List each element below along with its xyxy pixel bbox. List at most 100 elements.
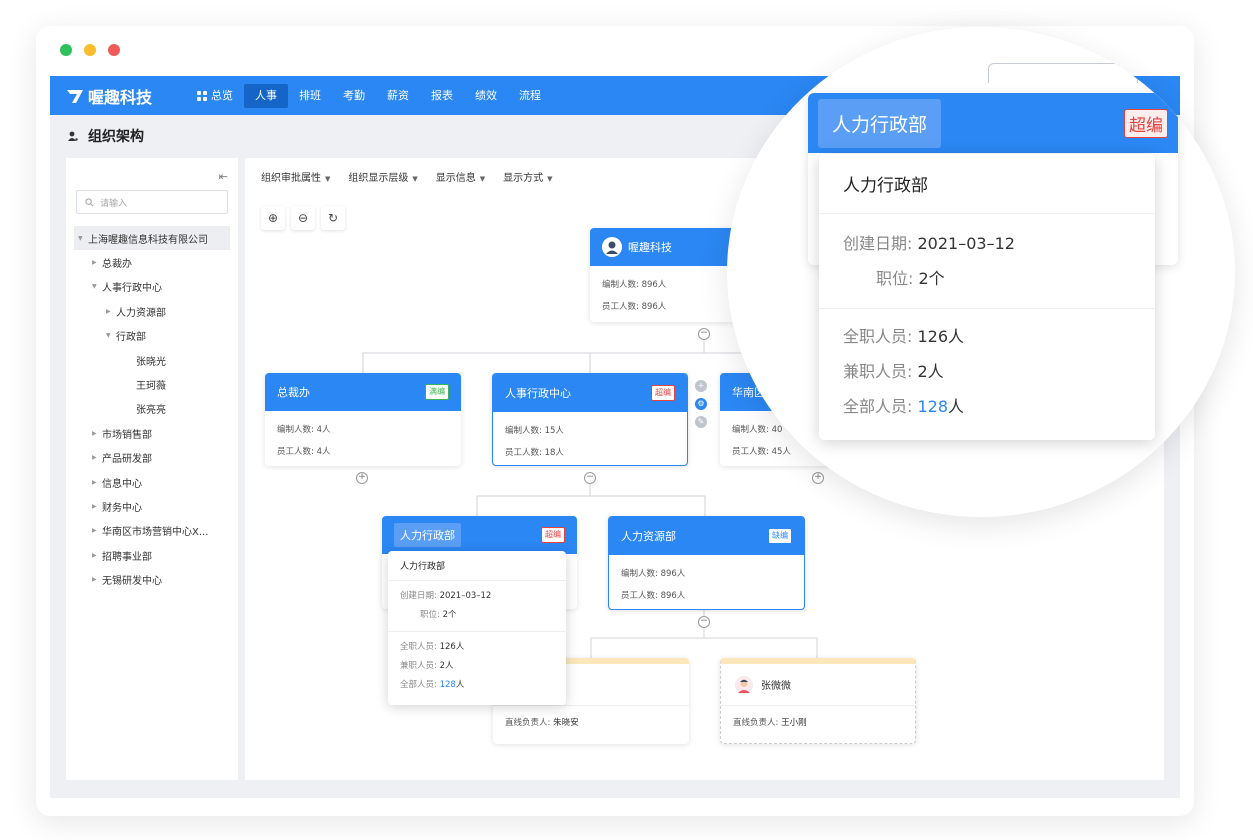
tree-node-label: 信息中心 (102, 478, 142, 490)
popover-basic-info: 创建日期: 2021–03–12 职位: 2个 (388, 581, 566, 632)
nav-item-reports[interactable]: 报表 (420, 84, 464, 108)
collapse-node-button[interactable]: − (698, 328, 710, 340)
nav-item-workflow[interactable]: 流程 (508, 84, 552, 108)
parttime-count: 2人 (439, 661, 454, 671)
tree-node[interactable]: ▶ 产品研发部 (66, 446, 238, 470)
tree-node[interactable]: ▶ 市场销售部 (66, 421, 238, 445)
nav-item-schedule[interactable]: 排班 (288, 84, 332, 108)
tree-node[interactable]: ▼ 上海喔趣信息科技有限公司 (74, 226, 230, 251)
tree-node-label: 无锡研发中心 (102, 576, 162, 588)
caret-right-icon[interactable]: ▶ (106, 308, 116, 315)
tree-search-input[interactable]: 请输入 (76, 190, 228, 214)
tree-node[interactable]: ▼ 人事行政中心 (66, 275, 238, 299)
tree-node-label: 上海喔趣信息科技有限公司 (88, 234, 208, 246)
nav-item-hr[interactable]: 人事 (244, 83, 288, 108)
total-count-link[interactable]: 128 (917, 397, 948, 416)
minimize-window-button[interactable] (84, 44, 96, 56)
brand[interactable]: 喔趣科技 (50, 84, 186, 108)
created-date: 2021–03–12 (917, 234, 1015, 253)
expand-node-button[interactable]: + (812, 472, 824, 484)
tree-node[interactable]: 张晓光 (66, 348, 238, 372)
department-info-popover: 人力行政部 创建日期: 2021–03–12 职位: 2个 全职人员: 126人… (388, 551, 566, 705)
collapse-sidebar-icon[interactable]: ⇤ (219, 170, 228, 183)
tree-node[interactable]: ▶ 华南区市场营销中心X... (66, 519, 238, 543)
popover-title: 人力行政部 (388, 551, 566, 581)
fulltime-count: 126人 (439, 642, 465, 652)
collapse-node-button[interactable]: − (584, 472, 596, 484)
staff-count: 18人 (544, 448, 564, 458)
status-badge: 满编 (425, 384, 449, 400)
person-card[interactable]: 张微微 直线负责人: 王小刚 (720, 658, 916, 744)
planned-count: 15人 (544, 426, 564, 436)
tree-node[interactable]: ▼ 行政部 (66, 324, 238, 348)
tree-node[interactable]: ▶ 人力资源部 (66, 299, 238, 323)
caret-down-icon[interactable]: ▼ (92, 283, 102, 290)
tree-node-label: 王珂薇 (136, 381, 166, 393)
tree-node-label: 人力资源部 (116, 307, 166, 319)
page-title: 组织架构 (68, 126, 144, 146)
caret-right-icon[interactable]: ▶ (92, 479, 102, 486)
tree-node[interactable]: ▶ 无锡研发中心 (66, 567, 238, 591)
tree-node[interactable]: 张亮亮 (66, 397, 238, 421)
caret-right-icon[interactable]: ▶ (92, 552, 102, 559)
tree-node[interactable]: ▶ 财务中心 (66, 494, 238, 518)
org-card-hr-admin-center[interactable]: 人事行政中心 超编 编制人数: 15人 员工人数: 18人 (492, 373, 688, 466)
grid-icon (197, 90, 207, 101)
card-header: 人力资源部 缺编 (609, 517, 804, 555)
parttime-count: 2人 (917, 362, 944, 381)
caret-right-icon[interactable]: ▶ (92, 454, 102, 461)
org-name: 人力行政部 (818, 98, 942, 148)
brand-name: 喔趣科技 (88, 87, 153, 107)
manager-name: 王小刚 (781, 718, 807, 728)
tree-node-label: 产品研发部 (102, 454, 152, 466)
card-body: 编制人数: 4人 员工人数: 4人 (277, 425, 331, 457)
staff-count: 896人 (660, 591, 686, 601)
maximize-window-button[interactable] (60, 44, 72, 56)
position-count: 2个 (918, 269, 945, 288)
caret-right-icon[interactable]: ▶ (92, 430, 102, 437)
staff-count: 4人 (316, 447, 331, 457)
org-tree: ▼ 上海喔趣信息科技有限公司 ▶ 总裁办 ▼ 人事行政中心 ▶ 人力资源部 ▼ 行政部 张晓光 王珂薇… (66, 226, 238, 592)
search-icon (85, 197, 94, 206)
caret-down-icon[interactable]: ▼ (78, 235, 88, 242)
created-date: 2021–03–12 (439, 591, 492, 601)
collapse-node-button[interactable]: − (698, 616, 710, 628)
planned-count: 896人 (641, 280, 667, 290)
tree-node[interactable]: ▶ 总裁办 (66, 250, 238, 274)
planned-count: 896人 (660, 569, 686, 579)
tree-node-label: 财务中心 (102, 502, 142, 514)
position-count: 2个 (442, 610, 457, 620)
tree-node-label: 人事行政中心 (102, 283, 162, 295)
close-window-button[interactable] (108, 44, 120, 56)
nav-item-salary[interactable]: 薪资 (376, 84, 420, 108)
edit-icon[interactable]: ✎ (695, 416, 707, 428)
caret-right-icon[interactable]: ▶ (92, 259, 102, 266)
status-badge: 超编 (541, 527, 565, 543)
expand-node-button[interactable]: + (356, 472, 368, 484)
card-body: 编制人数: 15人 员工人数: 18人 (505, 426, 564, 458)
total-count-link[interactable]: 128 (440, 680, 456, 690)
org-tree-sidebar: ⇤ 请输入 ▼ 上海喔趣信息科技有限公司 ▶ 总裁办 ▼ 人事行政中心 ▶ 人力资源部 ▼ 行政部… (66, 158, 238, 780)
fulltime-count: 126人 (917, 327, 965, 346)
nav-item-attendance[interactable]: 考勤 (332, 84, 376, 108)
tree-node[interactable]: 王珂薇 (66, 372, 238, 396)
tree-node[interactable]: ▶ 信息中心 (66, 470, 238, 494)
caret-down-icon[interactable]: ▼ (106, 332, 116, 339)
caret-right-icon[interactable]: ▶ (92, 527, 102, 534)
popover-title: 人力行政部 (819, 154, 1155, 214)
org-card-president-office[interactable]: 总裁办 满编 编制人数: 4人 员工人数: 4人 (265, 373, 461, 466)
settings-icon[interactable]: ⚙ (695, 398, 707, 410)
tree-node-label: 张晓光 (136, 356, 166, 368)
card-header: 人事行政中心 超编 (493, 374, 687, 412)
org-name: 人力资源部 (621, 530, 676, 543)
org-card-hr-dept[interactable]: 人力资源部 缺编 编制人数: 896人 员工人数: 896人 (608, 516, 805, 610)
popover-staff-info: 全职人员: 126人 兼职人员: 2人 全部人员: 128人 (400, 642, 465, 690)
caret-right-icon[interactable]: ▶ (92, 503, 102, 510)
tree-node-label: 市场销售部 (102, 429, 152, 441)
add-node-icon[interactable]: + (695, 380, 707, 392)
nav-item-performance[interactable]: 绩效 (464, 84, 508, 108)
caret-right-icon[interactable]: ▶ (92, 576, 102, 583)
card-body: 编制人数: 896人 员工人数: 896人 (621, 569, 686, 601)
nav-item-overview[interactable]: 总览 (186, 84, 244, 108)
tree-node[interactable]: ▶ 招聘事业部 (66, 543, 238, 567)
